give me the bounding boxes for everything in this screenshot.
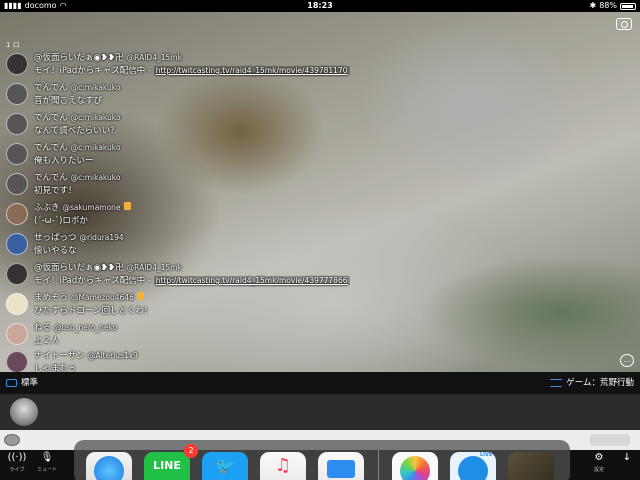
avatar [6, 173, 28, 195]
comment-user-id: @c:mikakuko [70, 173, 121, 182]
bluetooth-icon: ✱ [589, 1, 597, 10]
comment-text: 俺も入りたいー [34, 156, 94, 166]
status-time: 18:23 [307, 1, 333, 10]
comment-item[interactable]: ふぶき @sakumamone (´-ω-`)ロボか [4, 200, 344, 228]
avatar [6, 113, 28, 135]
comment-user-id: @Alterius1x9 [87, 351, 138, 360]
avatar [6, 293, 28, 315]
line-app-icon[interactable]: LINE [144, 452, 190, 480]
game-label: ゲーム：荒野行動 [566, 378, 634, 388]
comment-item[interactable]: でんでん @c:mikakuko 音が聞こえなすぴ [4, 80, 344, 108]
comment-text: 上２人 [34, 336, 60, 346]
comment-user-name: ふぶき [34, 203, 60, 213]
avatar [6, 351, 28, 373]
comment-item[interactable]: でんでん @c:mikakuko なんて調べたらいい？ [4, 110, 344, 138]
down-arrow-button[interactable]: ↓ [612, 450, 640, 480]
video-camera-icon [6, 379, 17, 387]
quality-selector[interactable]: 標準 [6, 372, 38, 394]
comment-user-id: @c:mikakuko [70, 113, 121, 122]
broadcaster-strip [0, 394, 640, 430]
comment-user-id: @ridura194 [79, 233, 124, 242]
avatar [6, 233, 28, 255]
comment-user-id: @RAID4_15mk [126, 53, 182, 62]
comment-text: 音が聞こえなすぴ [34, 96, 103, 106]
status-bar: ▮▮▮▮ docomo ◠ 18:23 ✱ 88% [0, 0, 640, 12]
broadcast-icon: ((·)) [7, 452, 27, 463]
broadcaster-avatar[interactable] [10, 398, 38, 426]
viewer-count: 1 ロ [6, 41, 20, 49]
comment-user-name: でんでん [34, 113, 68, 123]
comment-user-id: @c:mikakuko [70, 83, 121, 92]
chat-bubble-icon[interactable]: … [620, 354, 634, 367]
comment-text: (´-ω-`)ロボか [34, 216, 88, 226]
gear-icon: ⚙ [594, 452, 604, 463]
battery-percent: 88% [599, 1, 617, 10]
comment-user-id: @uso_nero_neko [54, 323, 118, 332]
photos-app-icon[interactable] [392, 452, 438, 480]
avatar [6, 263, 28, 285]
files-app-icon[interactable] [318, 452, 364, 480]
comment-user-name: @仮面らいだぁ◉❥❥卍 [34, 263, 124, 273]
comment-user-name: せっぱっつ [34, 233, 77, 243]
dock-divider [378, 450, 379, 480]
quality-label: 標準 [21, 378, 39, 388]
avatar [6, 323, 28, 345]
camera-switch-icon[interactable] [616, 18, 632, 30]
comment-link[interactable]: http://twitcasting.tv/raid4_15mk/movie/4… [153, 276, 350, 285]
comment-item[interactable]: ねる @uso_nero_neko 上２人 [4, 320, 344, 348]
twitter-app-icon[interactable]: 🐦 [202, 452, 248, 480]
game-app-icon[interactable] [508, 452, 554, 480]
avatar [6, 83, 28, 105]
safari-app-icon[interactable] [86, 452, 132, 480]
comment-user-id: @c:mikakuko [70, 143, 121, 152]
comment-text: ひたすらドローン回しとくわ！ [34, 306, 153, 316]
comment-item[interactable]: まめぞう @Mamezou4646 ひたすらドローン回しとくわ！ [4, 290, 344, 318]
comment-user-name: まめぞう [34, 293, 69, 303]
comment-user-name: でんでん [34, 173, 68, 183]
app-dock: LINE 2 🐦 ♫ LIVE [74, 440, 570, 480]
avatar [6, 53, 28, 75]
notification-badge: 2 [184, 444, 198, 458]
live-button[interactable]: ((·)) ライブ [2, 450, 32, 480]
comment-user-name: @仮面らいだぁ◉❥❥卍 [34, 53, 124, 63]
comment-text: 初見です！ [34, 186, 77, 196]
comment-user-name: ナイトーサン [34, 351, 85, 361]
comment-user-id: @RAID4_15mk [126, 263, 182, 272]
avatar [6, 143, 28, 165]
comment-user-name: ねる [34, 323, 52, 333]
battery-icon [620, 2, 636, 10]
medal-icon [123, 202, 131, 210]
comment-text: 懐いやるな [34, 246, 77, 256]
avatar [6, 203, 28, 225]
mic-icon: 🎙 [40, 452, 54, 463]
comment-text: モイ！iPadからキャス配信中 - [34, 276, 154, 286]
comment-text: なんて調べたらいい？ [34, 126, 119, 136]
mute-button[interactable]: 🎙 ミュート [32, 450, 62, 480]
game-category[interactable]: ゲーム：荒野行動 [550, 372, 634, 394]
settings-button[interactable]: ⚙ 設定 [584, 450, 614, 480]
comment-user-id: @sakumamone [62, 203, 121, 212]
sticker-icon[interactable] [4, 434, 20, 446]
comment-user-name: でんでん [34, 83, 68, 93]
item-badge[interactable] [590, 434, 630, 446]
stream-info-bar: 標準 ゲーム：荒野行動 [0, 372, 640, 394]
comment-item[interactable]: @仮面らいだぁ◉❥❥卍 @RAID4_15mk モイ！iPadからキャス配信中 -… [4, 50, 350, 78]
music-app-icon[interactable]: ♫ [260, 452, 306, 480]
comment-item[interactable]: でんでん @c:mikakuko 俺も入りたいー [4, 140, 344, 168]
comment-text: モイ！iPadからキャス配信中 - [34, 66, 154, 76]
medal-icon [136, 292, 144, 300]
live-tag: LIVE [480, 452, 493, 458]
category-icon [550, 379, 563, 387]
comment-user-id: @Mamezou4646 [71, 293, 134, 302]
comment-item[interactable]: @仮面らいだぁ◉❥❥卍 @RAID4_15mk モイ！iPadからキャス配信中 -… [4, 260, 350, 288]
comment-link[interactable]: http://twitcasting.tv/raid4_15mk/movie/4… [153, 66, 350, 75]
comment-item[interactable]: せっぱっつ @ridura194 懐いやるな [4, 230, 344, 258]
arrow-down-icon: ↓ [622, 452, 632, 463]
comment-item[interactable]: でんでん @c:mikakuko 初見です！ [4, 170, 344, 198]
comment-user-name: でんでん [34, 143, 68, 153]
